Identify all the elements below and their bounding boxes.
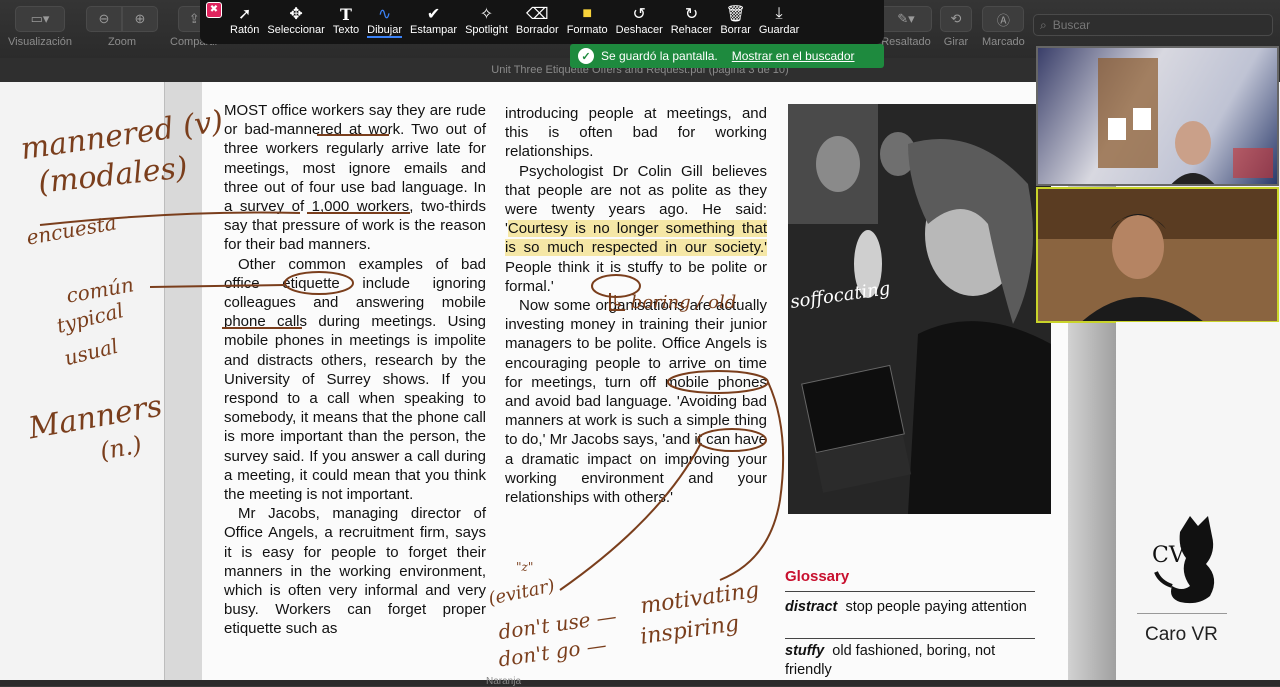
ink-z: "z"	[516, 560, 534, 574]
logo-monogram: CV	[1152, 543, 1186, 568]
bottom-strip: Naranja	[0, 676, 1280, 687]
logo-text: Caro VR	[1145, 624, 1218, 645]
ink-boring: ↳ boring / old	[610, 292, 737, 313]
caro-vr-logo-icon: CV	[1152, 516, 1215, 604]
bottom-label: Naranja	[486, 676, 522, 687]
participant-2-video	[1038, 189, 1277, 321]
logo-divider	[1137, 613, 1227, 614]
video-tile-participant-1[interactable]	[1036, 46, 1279, 186]
participant-1-video	[1098, 58, 1273, 184]
video-tile-participant-2[interactable]	[1036, 187, 1279, 323]
